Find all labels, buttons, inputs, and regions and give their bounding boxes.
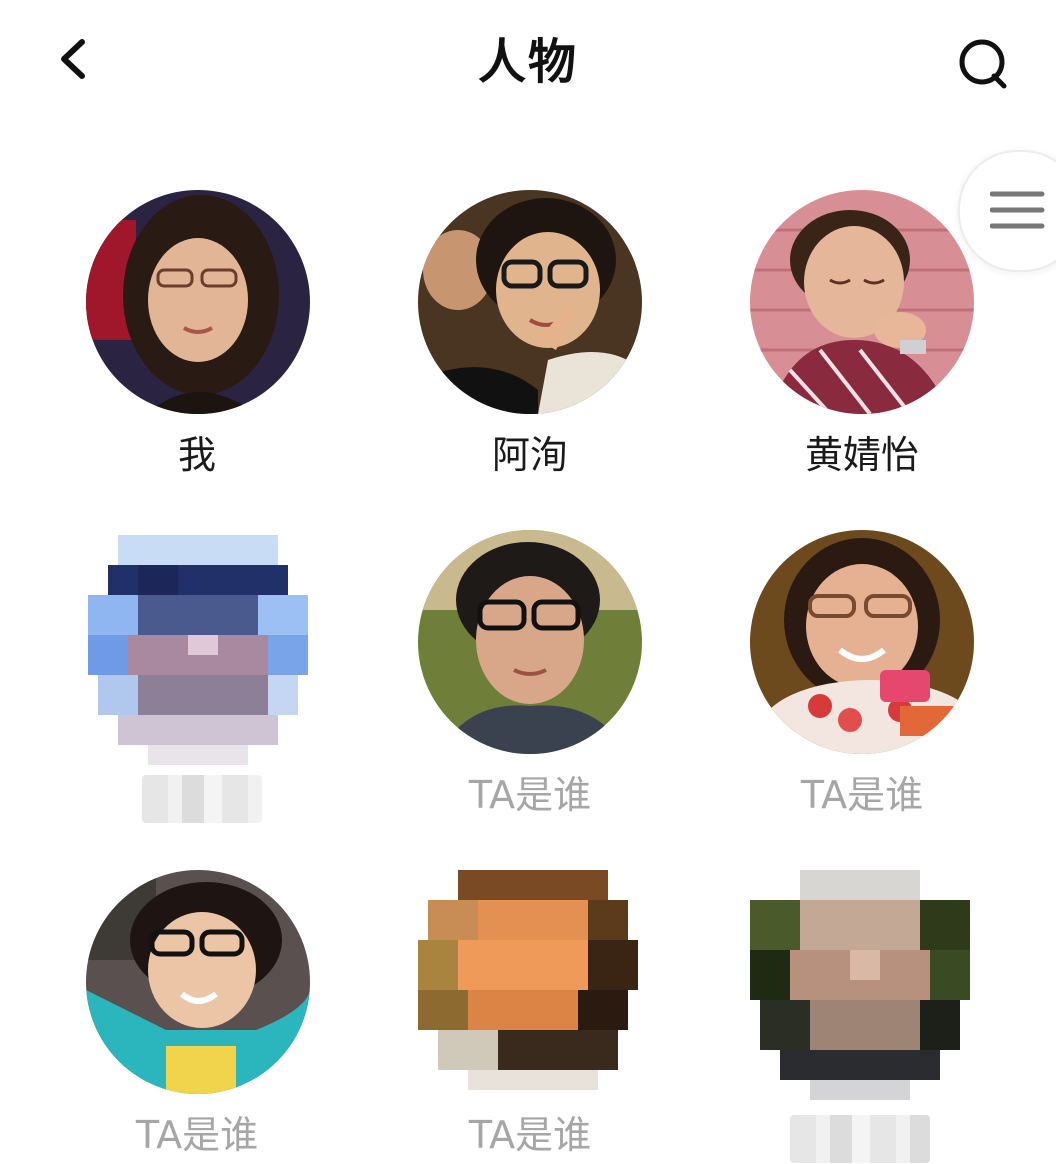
pixelated-photo <box>750 870 970 1100</box>
person-name[interactable]: 黄婧怡 <box>712 430 1012 480</box>
person-avatar-pixelated[interactable] <box>78 525 318 765</box>
person-name[interactable]: TA是谁 <box>380 770 680 820</box>
person-name[interactable]: 我 <box>47 430 347 480</box>
search-button[interactable] <box>950 32 1014 96</box>
person-name[interactable]: TA是谁 <box>47 1110 347 1160</box>
person-avatar-unknown[interactable] <box>418 530 642 754</box>
top-bar: 人物 <box>0 0 1056 130</box>
person-avatar-unknown[interactable] <box>86 870 310 1094</box>
hamburger-menu-icon <box>990 191 1045 229</box>
blurred-name <box>790 1115 930 1163</box>
person-avatar-unknown[interactable] <box>750 530 974 754</box>
person-name[interactable]: TA是谁 <box>712 770 1012 820</box>
person-name[interactable]: TA是谁 <box>380 1110 680 1160</box>
person-avatar-axun[interactable] <box>418 190 642 414</box>
portrait-photo <box>750 530 974 754</box>
portrait-photo <box>418 530 642 754</box>
blurred-name <box>142 775 262 823</box>
person-avatar-pixelated[interactable] <box>740 860 980 1100</box>
portrait-photo <box>86 190 310 414</box>
page-title: 人物 <box>477 34 578 90</box>
person-avatar-me[interactable] <box>86 190 310 414</box>
person-avatar-huang-jingyi[interactable] <box>750 190 974 414</box>
person-name[interactable]: 阿洵 <box>380 430 680 480</box>
person-avatar-pixelated[interactable] <box>408 860 648 1100</box>
portrait-photo <box>418 190 642 414</box>
pixelated-photo <box>88 535 308 765</box>
portrait-photo <box>86 870 310 1094</box>
portrait-photo <box>750 190 974 414</box>
search-icon <box>959 39 1007 89</box>
side-menu-button[interactable] <box>958 150 1056 272</box>
pixelated-photo <box>418 870 638 1090</box>
